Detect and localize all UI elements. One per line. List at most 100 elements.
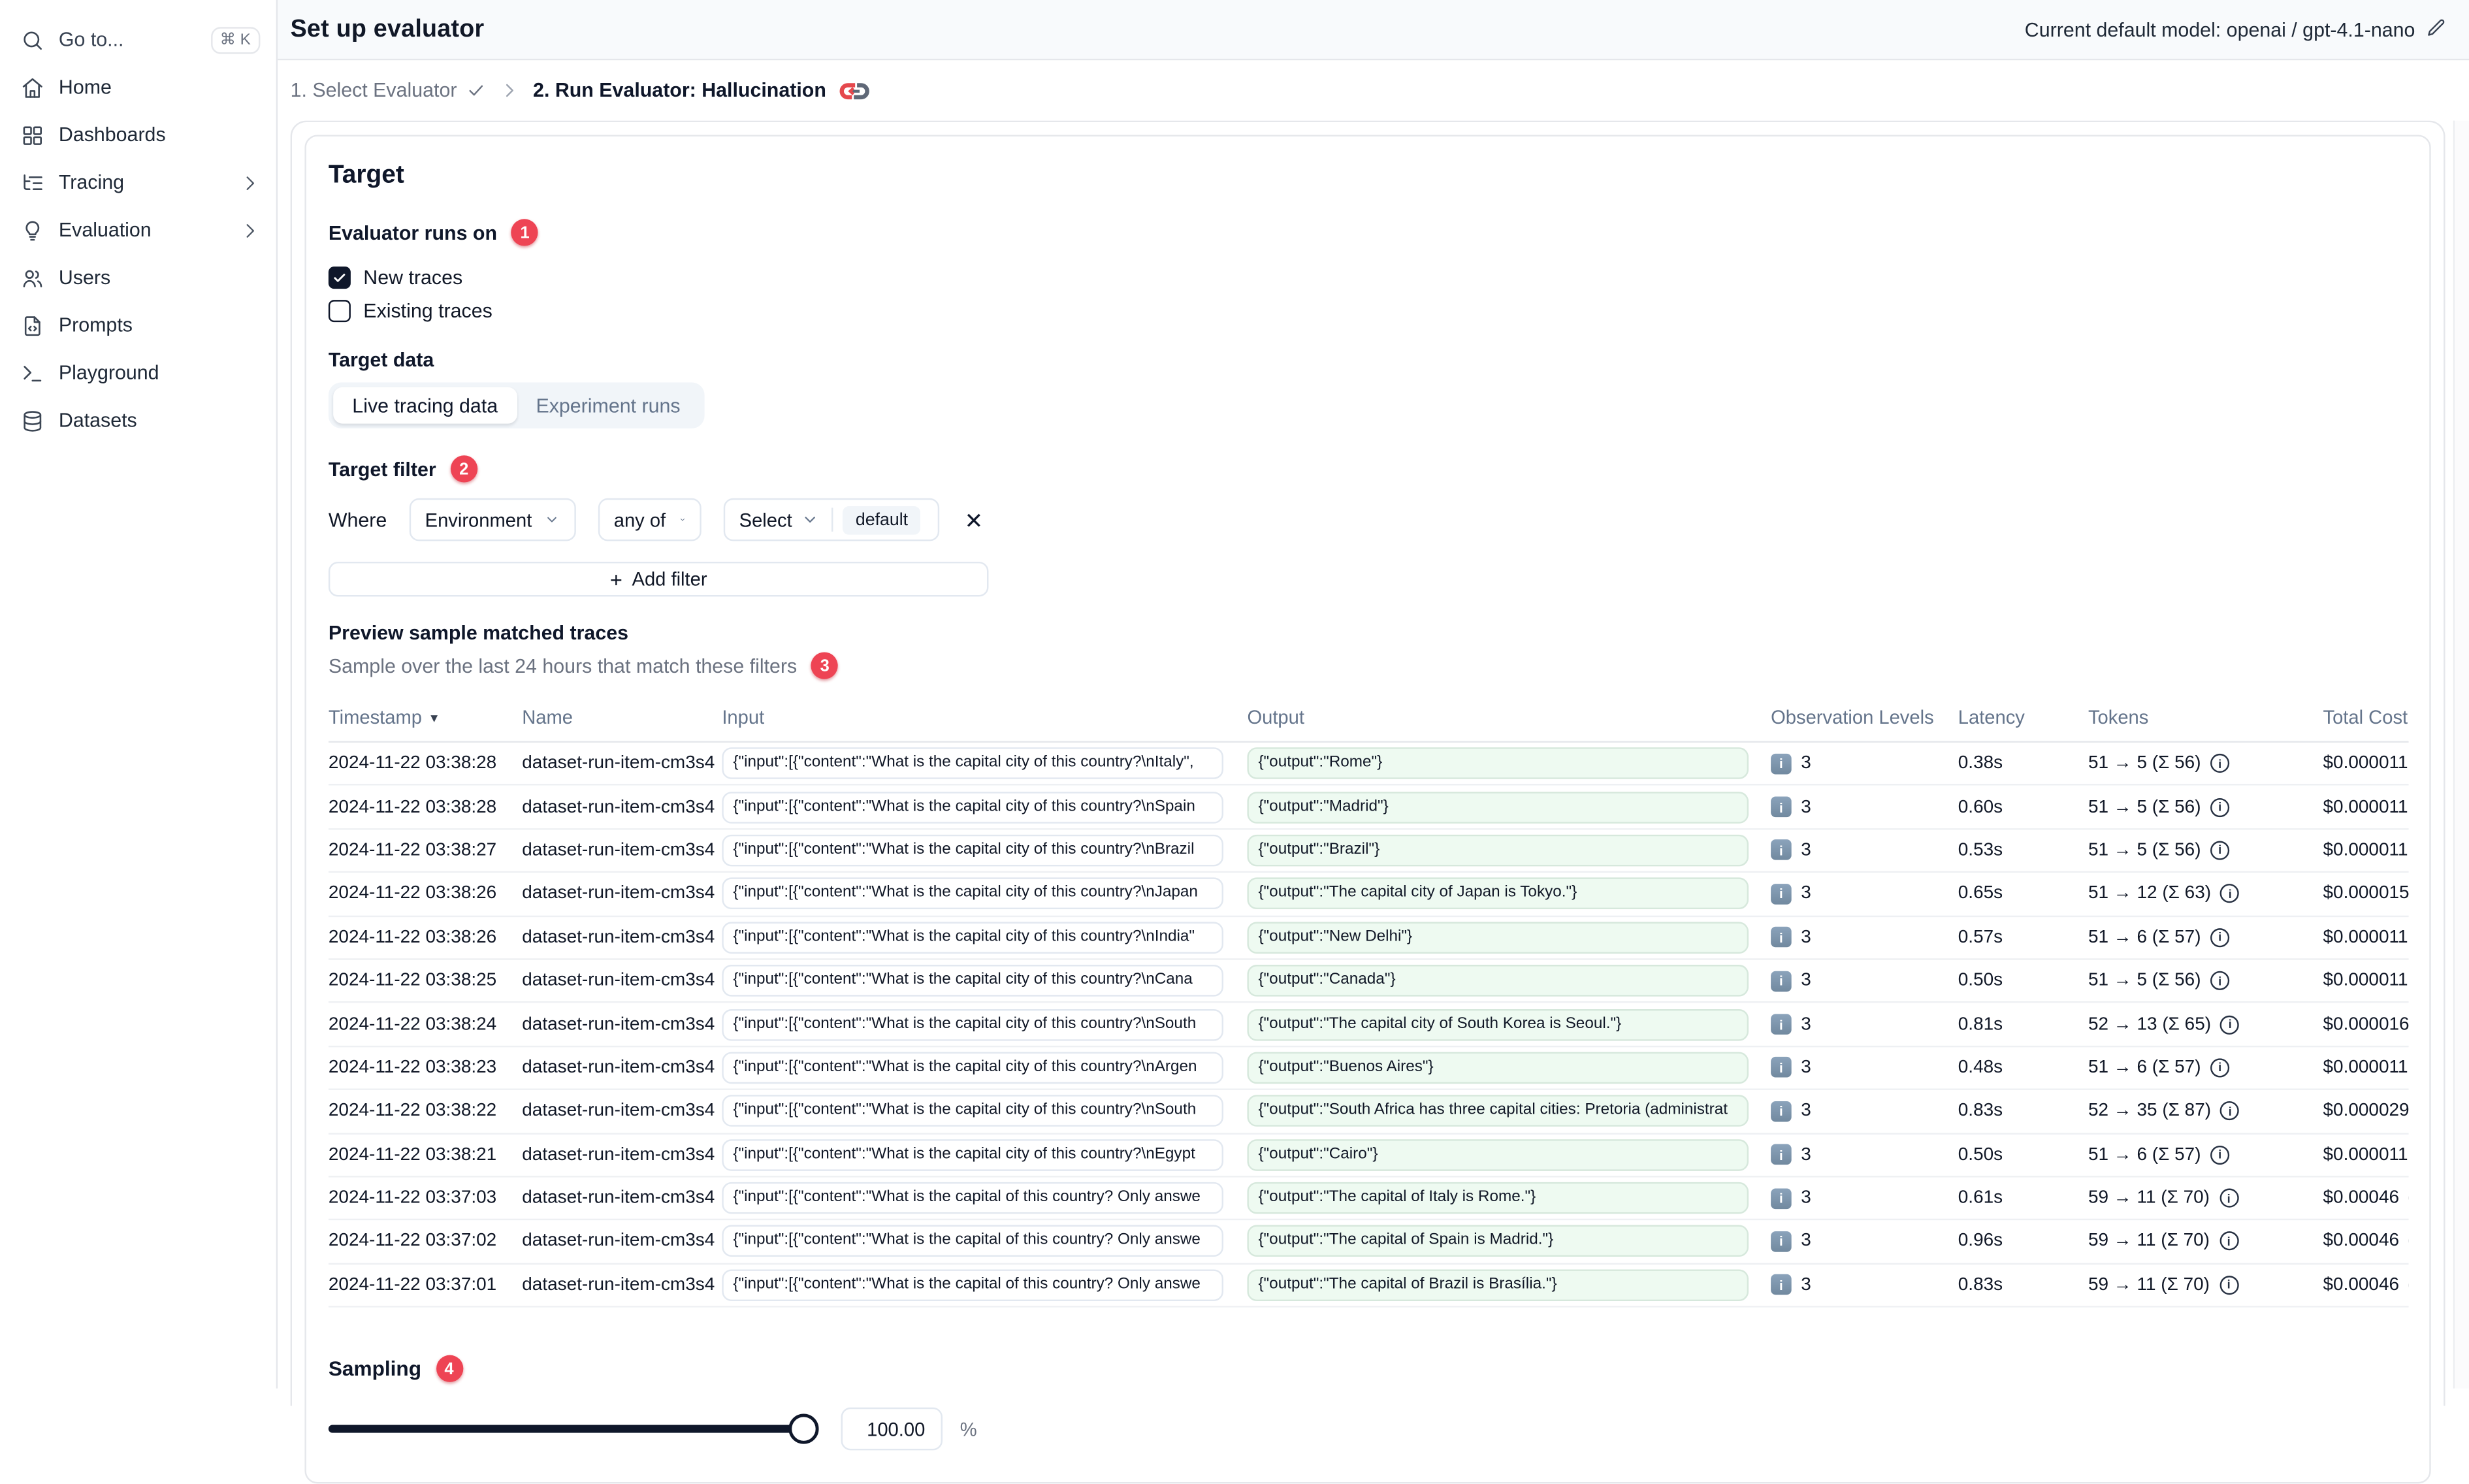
table-row[interactable]: 2024-11-22 03:37:02dataset-run-item-cm3s… [329,1221,2409,1265]
cell-output-json[interactable]: {"output":"Madrid"} [1247,791,1749,823]
cell-input-json[interactable]: {"input":[{"content":"What is the capita… [722,1095,1223,1127]
cell-input-json[interactable]: {"input":[{"content":"What is the capita… [722,922,1223,954]
cell-total-cost: $0.00046i [2323,1276,2409,1295]
cell-input-json[interactable]: {"input":[{"content":"What is the capita… [722,1226,1223,1258]
edit-pencil-icon [2426,17,2447,42]
page-scrollbar[interactable] [2453,121,2469,1389]
cell-input-json[interactable]: {"input":[{"content":"What is the capita… [722,965,1223,997]
cell-latency: 0.83s [1958,1102,2088,1121]
table-row[interactable]: 2024-11-22 03:38:23dataset-run-item-cm3s… [329,1047,2409,1091]
prompts-icon [21,314,44,337]
sidebar-item-tracing[interactable]: Tracing [0,159,276,206]
cell-input-json[interactable]: {"input":[{"content":"What is the capita… [722,1269,1223,1301]
cell-observation-levels: i3 [1771,971,1958,992]
table-row[interactable]: 2024-11-22 03:38:28dataset-run-item-cm3s… [329,743,2409,786]
cell-output-json[interactable]: {"output":"Cairo"} [1247,1139,1749,1171]
default-model-button[interactable]: Current default model: openai / gpt-4.1-… [2025,17,2447,42]
filter-field-select[interactable]: Environment [409,498,575,541]
cell-output-json[interactable]: {"output":"Brazil"} [1247,835,1749,867]
add-filter-button[interactable]: + Add filter [329,562,989,596]
table-row[interactable]: 2024-11-22 03:38:28dataset-run-item-cm3s… [329,786,2409,830]
cell-output-json[interactable]: {"output":"The capital city of Japan is … [1247,878,1749,910]
cell-output-json[interactable]: {"output":"Buenos Aires"} [1247,1052,1749,1084]
slider-handle[interactable] [788,1414,818,1444]
cell-tokens: 51 → 5 (Σ 56)i [2088,841,2323,860]
cell-latency: 0.61s [1958,1189,2088,1208]
cell-input-json[interactable]: {"input":[{"content":"What is the capita… [722,791,1223,823]
page-header: Set up evaluator Current default model: … [278,0,2469,60]
cell-input-json[interactable]: {"input":[{"content":"What is the capita… [722,835,1223,867]
table-row[interactable]: 2024-11-22 03:38:25dataset-run-item-cm3s… [329,960,2409,1004]
cell-input-json[interactable]: {"input":[{"content":"What is the capita… [722,1008,1223,1040]
target-heading: Target [329,162,2407,191]
cell-latency: 0.83s [1958,1276,2088,1295]
cell-total-cost: $0.000011i [2323,798,2409,816]
cell-input-json[interactable]: {"input":[{"content":"What is the capita… [722,878,1223,910]
breadcrumb-step-1[interactable]: 1. Select Evaluator [291,79,486,101]
column-header-output[interactable]: Output [1247,706,1771,728]
column-header-name[interactable]: Name [522,706,722,728]
target-card: Target Evaluator runs on 1 New traces Ex… [304,135,2430,1483]
cell-input-json[interactable]: {"input":[{"content":"What is the capita… [722,1182,1223,1214]
target-data-label: Target data [329,349,434,371]
cell-total-cost: $0.000011i [2323,1058,2409,1077]
table-row[interactable]: 2024-11-22 03:37:01dataset-run-item-cm3s… [329,1264,2409,1308]
remove-filter-button[interactable]: ✕ [961,506,986,534]
column-header-latency[interactable]: Latency [1958,706,2088,728]
info-icon: i [2210,1058,2229,1077]
cell-latency: 0.50s [1958,971,2088,990]
column-header-tokens[interactable]: Tokens [2088,706,2323,728]
cell-output-json[interactable]: {"output":"The capital of Brazil is Bras… [1247,1269,1749,1301]
table-row[interactable]: 2024-11-22 03:38:24dataset-run-item-cm3s… [329,1003,2409,1047]
column-header-observation-levels[interactable]: Observation Levels [1771,706,1958,728]
sidebar-item-prompts[interactable]: Prompts [0,302,276,349]
filter-value-select[interactable]: Select default [723,498,939,541]
cell-output-json[interactable]: {"output":"South Africa has three capita… [1247,1095,1749,1127]
search-icon [21,28,44,52]
table-row[interactable]: 2024-11-22 03:38:22dataset-run-item-cm3s… [329,1090,2409,1134]
cell-input-json[interactable]: {"input":[{"content":"What is the capita… [722,1052,1223,1084]
filter-operator-select[interactable]: any of [598,498,701,541]
cell-tokens: 51 → 6 (Σ 57)i [2088,1058,2323,1077]
sidebar-item-evaluation[interactable]: Evaluation [0,206,276,254]
table-row[interactable]: 2024-11-22 03:37:03dataset-run-item-cm3s… [329,1177,2409,1221]
info-badge-icon: i [1771,927,1792,948]
table-row[interactable]: 2024-11-22 03:38:26dataset-run-item-cm3s… [329,916,2409,960]
cell-output-json[interactable]: {"output":"The capital of Italy is Rome.… [1247,1182,1749,1214]
sampling-percent-input[interactable]: 100.00 [841,1408,943,1451]
column-header-input[interactable]: Input [722,706,1247,728]
sidebar-item-playground[interactable]: Playground [0,349,276,396]
column-header-total-cost[interactable]: Total Cost [2323,706,2409,728]
sidebar-item-dashboards[interactable]: Dashboards [0,111,276,159]
info-badge-icon: i [1771,1101,1792,1121]
tab-live-tracing-data[interactable]: Live tracing data [333,387,517,424]
goto-search-button[interactable]: Go to... ⌘ K [0,16,276,63]
tab-experiment-runs[interactable]: Experiment runs [517,387,699,424]
checkbox-unchecked-icon [329,299,351,321]
cell-output-json[interactable]: {"output":"Canada"} [1247,965,1749,997]
cell-output-json[interactable]: {"output":"The capital city of South Kor… [1247,1008,1749,1040]
breadcrumb-step-2[interactable]: 2. Run Evaluator: Hallucination [533,78,871,102]
sampling-slider[interactable] [329,1414,805,1444]
cell-tokens: 51 → 12 (Σ 63)i [2088,884,2323,903]
cell-output-json[interactable]: {"output":"The capital of Spain is Madri… [1247,1226,1749,1258]
check-icon [466,81,485,100]
checkbox-existing-traces[interactable]: Existing traces [329,293,2407,327]
table-row[interactable]: 2024-11-22 03:38:21dataset-run-item-cm3s… [329,1134,2409,1178]
cell-input-json[interactable]: {"input":[{"content":"What is the capita… [722,748,1223,780]
cell-input-json[interactable]: {"input":[{"content":"What is the capita… [722,1139,1223,1171]
cell-name: dataset-run-item-cm3s4 [522,754,722,773]
column-header-timestamp[interactable]: Timestamp▼ [329,706,522,728]
cell-output-json[interactable]: {"output":"Rome"} [1247,748,1749,780]
chevron-right-icon [240,219,261,240]
checkbox-new-traces[interactable]: New traces [329,260,2407,293]
cell-output-json[interactable]: {"output":"New Delhi"} [1247,922,1749,954]
sidebar-item-datasets[interactable]: Datasets [0,396,276,444]
table-row[interactable]: 2024-11-22 03:38:26dataset-run-item-cm3s… [329,873,2409,917]
table-row[interactable]: 2024-11-22 03:38:27dataset-run-item-cm3s… [329,830,2409,873]
cell-timestamp: 2024-11-22 03:38:26 [329,928,522,947]
sort-desc-icon: ▼ [428,710,440,724]
sidebar-item-home[interactable]: Home [0,63,276,111]
default-model-label: Current default model: openai / gpt-4.1-… [2025,18,2415,40]
sidebar-item-users[interactable]: Users [0,254,276,302]
